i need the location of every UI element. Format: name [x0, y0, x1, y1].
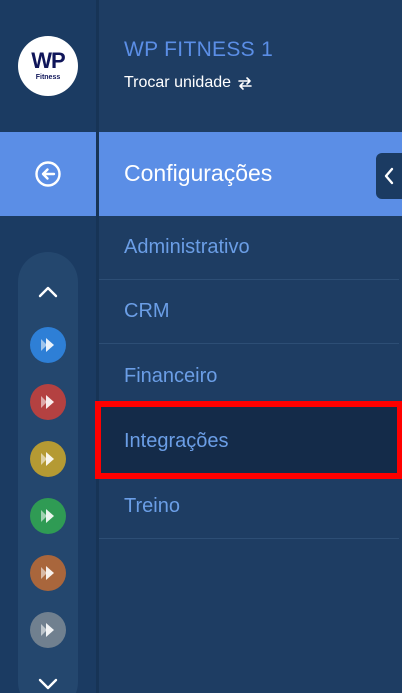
- logo-subtext: Fitness: [35, 73, 61, 81]
- menu-item-integracoes[interactable]: Integrações: [95, 401, 402, 479]
- module-green[interactable]: [30, 498, 66, 534]
- swap-icon: [238, 77, 252, 90]
- module-icon: [41, 623, 54, 637]
- menu-item-label: CRM: [124, 300, 170, 322]
- menu-item-administrativo[interactable]: Administrativo: [99, 216, 399, 280]
- module-orange[interactable]: [30, 555, 66, 591]
- scroll-down-button[interactable]: [35, 674, 61, 693]
- module-icon: [41, 452, 54, 466]
- module-gray[interactable]: [30, 612, 66, 648]
- module-icon: [41, 395, 54, 409]
- module-icon: [41, 509, 54, 523]
- module-blue[interactable]: [30, 327, 66, 363]
- module-icon: [41, 338, 54, 352]
- chevron-down-icon: [38, 678, 58, 690]
- scroll-up-button[interactable]: [35, 282, 61, 302]
- switch-unit-button[interactable]: Trocar unidade: [124, 74, 253, 92]
- circle-arrow-left-icon: [35, 161, 61, 187]
- module-red[interactable]: [30, 384, 66, 420]
- chevron-left-icon: [384, 167, 394, 185]
- menu-item-label: Treino: [124, 495, 180, 517]
- module-icon: [41, 566, 54, 580]
- switch-unit-label: Trocar unidade: [124, 74, 232, 91]
- chevron-up-icon: [38, 286, 58, 298]
- menu-item-financeiro[interactable]: Financeiro: [99, 345, 399, 409]
- menu-item-label: Administrativo: [124, 236, 250, 258]
- menu-item-crm[interactable]: CRM: [99, 280, 399, 344]
- back-button[interactable]: [0, 132, 96, 216]
- module-yellow[interactable]: [30, 441, 66, 477]
- section-title: Configurações: [124, 160, 273, 186]
- logo-text: WP: [31, 47, 65, 73]
- collapse-panel-button[interactable]: [376, 153, 402, 199]
- menu-item-label: Integrações: [124, 430, 229, 452]
- menu-item-label: Financeiro: [124, 365, 218, 387]
- menu-item-treino[interactable]: Treino: [99, 475, 399, 539]
- company-logo[interactable]: WP Fitness: [18, 36, 78, 96]
- company-name: WP FITNESS 1: [124, 38, 274, 61]
